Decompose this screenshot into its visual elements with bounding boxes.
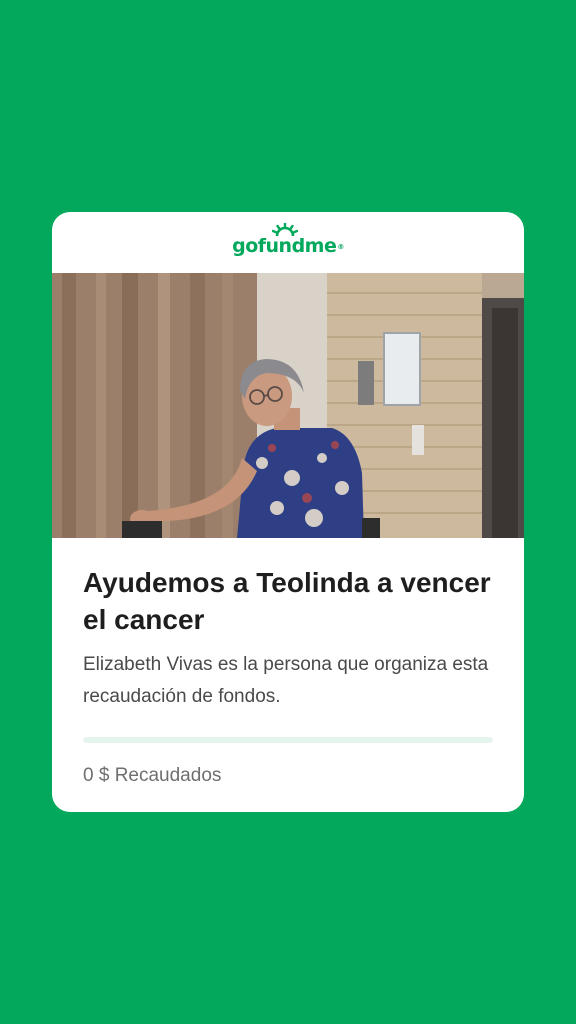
- fundraiser-card[interactable]: gofundme ® Ayudemos a Teolinda a vencer …: [52, 212, 524, 812]
- progress-bar: [83, 737, 493, 743]
- raised-amount: 0 $ Recaudados: [83, 765, 222, 786]
- story-background: gofundme ® Ayudemos a Teolinda a vencer …: [0, 0, 576, 1024]
- campaign-title[interactable]: Ayudemos a Teolinda a vencer el cancer: [83, 564, 493, 638]
- campaign-content: Ayudemos a Teolinda a vencer el cancer E…: [52, 538, 524, 787]
- organizer-text: Elizabeth Vivas es la persona que organi…: [83, 654, 489, 707]
- logo-bar: gofundme ®: [52, 212, 524, 273]
- gofundme-logo: gofundme ®: [232, 222, 344, 257]
- sun-icon: [272, 222, 299, 236]
- campaign-photo-illustration: [52, 273, 524, 538]
- logo-wordmark: gofundme: [232, 234, 337, 257]
- logo-trademark: ®: [337, 242, 344, 251]
- campaign-photo: [52, 273, 524, 538]
